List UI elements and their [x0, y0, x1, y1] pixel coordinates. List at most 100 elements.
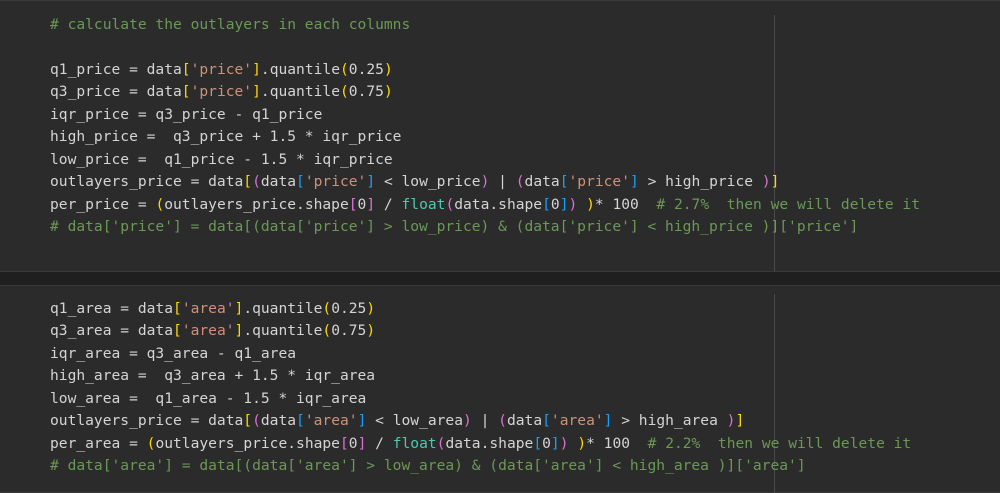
code-token: ]: [252, 60, 261, 78]
code-token: |: [489, 173, 516, 191]
code-token: ): [383, 83, 393, 101]
code-token: iqr_area = q3_area - q1_area: [50, 344, 297, 362]
code-token: [: [243, 412, 253, 430]
code-token: q1_area = data: [50, 300, 174, 317]
code-token: (: [498, 412, 507, 430]
code-token: [: [533, 434, 543, 452]
code-token: data: [506, 412, 543, 430]
code-line: # data['price'] = data[(data['price'] > …: [50, 216, 920, 238]
code-token: 'area': [181, 300, 235, 317]
code-token: [: [542, 412, 551, 430]
notebook-editor: # calculate the outlayers in each column…: [0, 0, 1000, 493]
code-token: outlayers_price.shape: [155, 434, 340, 452]
code-token: (: [445, 195, 455, 213]
code-token: (: [322, 322, 332, 340]
code-token: q1_price = data: [50, 60, 182, 78]
code-comment: # data['price'] = data[(data['price'] > …: [50, 217, 859, 235]
code-token: 'price': [304, 173, 367, 191]
code-token: ]: [234, 322, 244, 340]
code-token: 'price': [190, 83, 253, 101]
code-token: .quantile: [243, 300, 323, 317]
code-token: float: [392, 434, 437, 452]
code-token: (: [322, 300, 332, 317]
code-token: data.shape: [445, 434, 534, 452]
code-line: high_price = q3_price + 1.5 * iqr_price: [50, 126, 920, 148]
code-line: q3_price = data['price'].quantile(0.75): [50, 81, 920, 103]
code-line: per_area = (outlayers_price.shape[0] / f…: [50, 433, 911, 455]
code-line: q3_area = data['area'].quantile(0.75): [50, 320, 911, 342]
code-line: # calculate the outlayers in each column…: [50, 14, 920, 36]
code-token: per_price =: [50, 195, 156, 213]
code-token: ): [383, 60, 393, 78]
code-token: 0.75: [331, 322, 367, 340]
code-token: [: [339, 434, 349, 452]
code-line: low_price = q1_price - 1.5 * iqr_price: [50, 149, 920, 171]
code-token: (: [252, 173, 261, 191]
code-token: per_area =: [50, 434, 147, 452]
code-token: ): [366, 322, 376, 340]
code-token: high_area = q3_area + 1.5 * iqr_area: [50, 367, 376, 385]
code-token: ]: [252, 83, 261, 101]
code-token: > high_area: [612, 412, 727, 430]
code-token: * 100: [586, 434, 648, 452]
code-token: [: [173, 322, 182, 340]
code-token: 'area': [550, 412, 604, 430]
code-token: ): [463, 412, 472, 430]
code-token: [: [296, 173, 305, 191]
code-token: [: [348, 195, 358, 213]
code-token: ): [761, 173, 771, 191]
code-token: ): [366, 300, 376, 317]
code-token: float: [401, 195, 446, 213]
code-line: q1_price = data['price'].quantile(0.25): [50, 59, 920, 81]
code-token: .quantile: [260, 83, 340, 101]
code-token: ): [577, 434, 587, 452]
code-line: high_area = q3_area + 1.5 * iqr_area: [50, 365, 911, 387]
code-line: outlayers_price = data[(data['area'] < l…: [50, 410, 911, 432]
code-token: (: [252, 412, 261, 430]
code-token: data: [260, 412, 297, 430]
code-token: ]: [234, 300, 244, 317]
code-token: 'price': [190, 60, 253, 78]
code-token: .quantile: [243, 322, 323, 340]
code-token: [: [181, 83, 191, 101]
code-comment: # calculate the outlayers in each column…: [50, 16, 411, 33]
code-line: iqr_price = q3_price - q1_price: [50, 104, 920, 126]
code-editor[interactable]: q1_area = data['area'].quantile(0.25) q3_…: [50, 298, 911, 478]
code-cell-price-outliers[interactable]: # calculate the outlayers in each column…: [0, 0, 1000, 272]
code-token: .quantile: [260, 60, 340, 78]
code-token: low_area = q1_area - 1.5 * iqr_area: [50, 389, 367, 407]
code-token: 'area': [304, 412, 358, 430]
code-token: ]: [559, 195, 569, 213]
code-token: [: [542, 195, 551, 213]
code-token: < low_area: [366, 412, 464, 430]
code-token: outlayers_price = data: [50, 412, 244, 430]
code-token: > high_price: [638, 173, 762, 191]
code-token: ]: [630, 173, 639, 191]
code-token: [: [173, 300, 182, 317]
code-token: data: [260, 173, 297, 191]
code-token: ]: [550, 434, 560, 452]
code-token: /: [375, 195, 402, 213]
code-token: * 100: [594, 195, 657, 213]
code-token: [: [181, 60, 191, 78]
code-token: ]: [770, 173, 780, 191]
code-token: (: [515, 173, 525, 191]
code-comment: # data['area'] = data[(data['area'] > lo…: [50, 457, 806, 475]
code-editor[interactable]: # calculate the outlayers in each column…: [50, 14, 920, 238]
code-token: q3_area = data: [50, 322, 174, 340]
code-token: 0.25: [348, 60, 384, 78]
code-token: high_price = q3_price + 1.5 * iqr_price: [50, 128, 402, 146]
code-token: ]: [735, 412, 745, 430]
code-token: 'area': [181, 322, 235, 340]
code-cell-area-outliers[interactable]: q1_area = data['area'].quantile(0.25) q3_…: [0, 285, 1000, 493]
code-token: outlayers_price.shape: [164, 195, 349, 213]
code-token: ]: [366, 195, 376, 213]
code-line: low_area = q1_area - 1.5 * iqr_area: [50, 388, 911, 410]
code-line: outlayers_price = data[(data['price'] < …: [50, 171, 920, 193]
code-token: 0.25: [331, 300, 367, 317]
code-token: |: [471, 412, 499, 430]
code-token: low_price = q1_price - 1.5 * iqr_price: [50, 150, 393, 168]
code-comment: # 2.2% then we will delete it: [647, 434, 912, 452]
